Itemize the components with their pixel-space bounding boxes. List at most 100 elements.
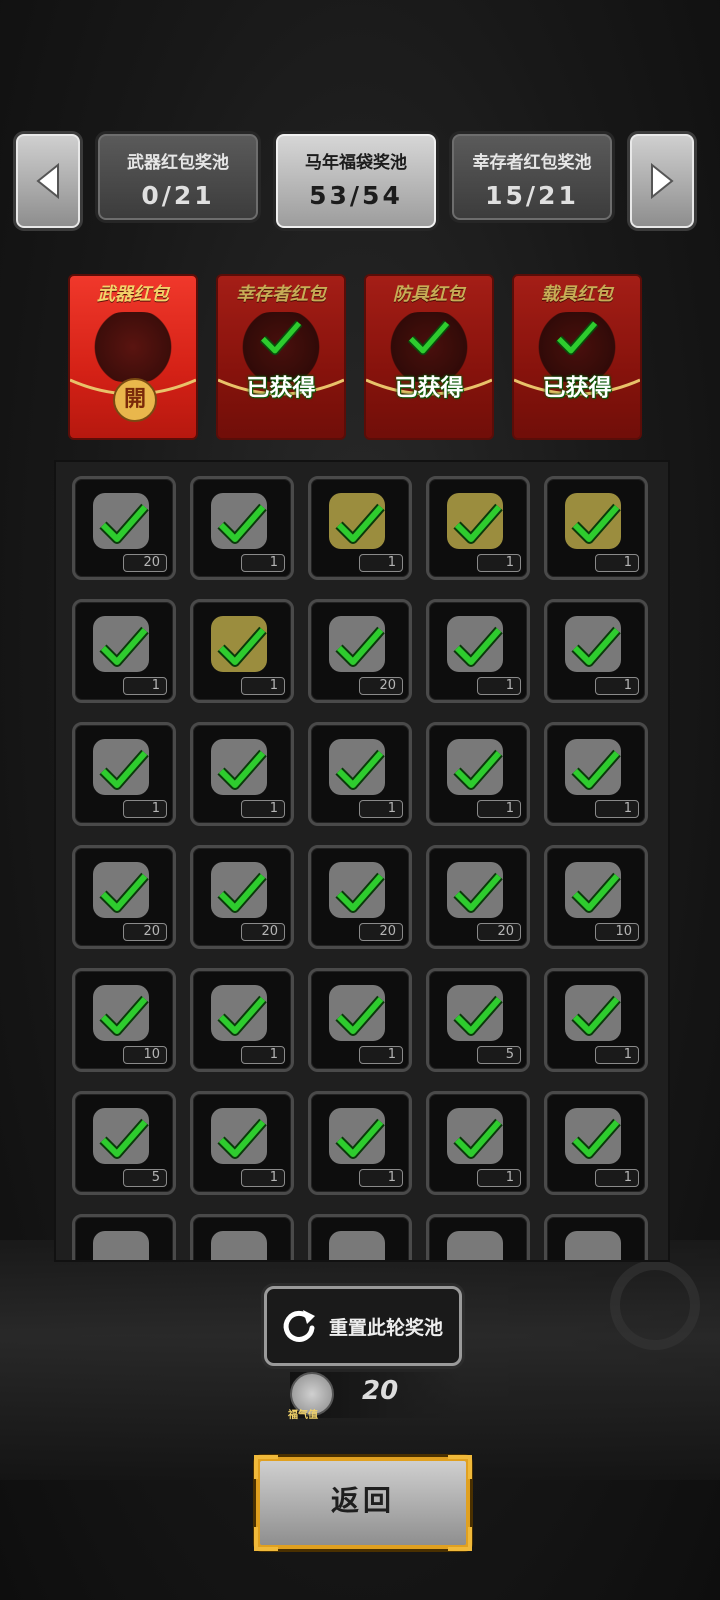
chevron-right-icon: [651, 162, 674, 200]
check-icon: [99, 626, 149, 667]
prize-item[interactable]: [72, 1214, 176, 1260]
item-quantity: 1: [241, 1046, 285, 1064]
prize-item[interactable]: 1: [426, 476, 530, 580]
prize-item[interactable]: 5: [72, 1091, 176, 1195]
prize-item[interactable]: [190, 1214, 294, 1260]
tab-weapon-pool[interactable]: 武器红包奖池 0/21: [98, 134, 258, 220]
prize-item[interactable]: 1: [544, 722, 648, 826]
prize-item[interactable]: 1: [72, 722, 176, 826]
item-quantity: 1: [241, 554, 285, 572]
envelope-title: 武器红包: [97, 284, 169, 305]
prize-item[interactable]: 20: [190, 845, 294, 949]
tab-count: 15/21: [485, 181, 579, 210]
prize-item[interactable]: 1: [308, 1091, 412, 1195]
prize-item[interactable]: 1: [190, 476, 294, 580]
check-icon: [99, 503, 149, 544]
item-icon: [565, 1231, 621, 1260]
item-quantity: 1: [123, 800, 167, 818]
item-quantity: 1: [123, 677, 167, 695]
envelope-vehicle[interactable]: 载具红包 已获得: [512, 274, 642, 440]
reset-pool-button[interactable]: 重置此轮奖池: [264, 1286, 462, 1366]
chevron-left-icon: [36, 162, 59, 200]
item-quantity: 1: [477, 677, 521, 695]
check-icon: [217, 503, 267, 544]
tab-count: 53/54: [309, 181, 403, 210]
item-quantity: 20: [477, 923, 521, 941]
check-icon: [99, 872, 149, 913]
check-icon: [335, 995, 385, 1036]
check-icon: [335, 503, 385, 544]
prev-pool-button[interactable]: [16, 134, 80, 228]
check-icon: [335, 1118, 385, 1159]
item-quantity: 10: [123, 1046, 167, 1064]
envelope-weapon[interactable]: 武器红包 開: [68, 274, 198, 440]
prize-item[interactable]: 10: [72, 968, 176, 1072]
check-icon: [335, 749, 385, 790]
check-icon: [407, 320, 451, 356]
item-quantity: 1: [241, 677, 285, 695]
item-quantity: 1: [595, 1046, 639, 1064]
prize-grid[interactable]: 20 1 1 1 1 1 1 20 1 1 1 1 1 1 1 20 20 20 20 10 10 1 1 5 1 5 1 1 1 1: [54, 460, 670, 1262]
prize-item[interactable]: [544, 1214, 648, 1260]
check-icon: [571, 1118, 621, 1159]
check-icon: [335, 872, 385, 913]
prize-item[interactable]: 1: [190, 599, 294, 703]
envelope-armor[interactable]: 防具红包 已获得: [364, 274, 494, 440]
tab-name: 武器红包奖池: [127, 153, 229, 173]
prize-item[interactable]: 20: [72, 476, 176, 580]
tab-survivor-pool[interactable]: 幸存者红包奖池 15/21: [452, 134, 612, 220]
check-icon: [571, 872, 621, 913]
prize-item[interactable]: 1: [308, 968, 412, 1072]
check-icon: [453, 1118, 503, 1159]
obtained-label: 已获得: [394, 375, 464, 401]
prize-item[interactable]: 1: [544, 476, 648, 580]
check-icon: [571, 995, 621, 1036]
item-quantity: 1: [595, 554, 639, 572]
prize-item[interactable]: 1: [190, 1091, 294, 1195]
open-seal: 開: [113, 378, 157, 422]
prize-item[interactable]: 1: [426, 599, 530, 703]
prize-item[interactable]: 10: [544, 845, 648, 949]
item-quantity: 1: [477, 554, 521, 572]
prize-item[interactable]: 1: [190, 722, 294, 826]
back-label: 返回: [330, 1484, 395, 1517]
prize-item[interactable]: [308, 1214, 412, 1260]
prize-item[interactable]: 1: [308, 476, 412, 580]
prize-item[interactable]: 1: [544, 599, 648, 703]
check-icon: [217, 995, 267, 1036]
prize-item[interactable]: 20: [308, 845, 412, 949]
check-icon: [217, 872, 267, 913]
prize-item[interactable]: 20: [308, 599, 412, 703]
check-icon: [453, 995, 503, 1036]
check-icon: [99, 995, 149, 1036]
item-quantity: 20: [241, 923, 285, 941]
prize-item[interactable]: 1: [544, 968, 648, 1072]
luck-counter: 福气值 20: [288, 1372, 460, 1421]
item-quantity: 1: [359, 1046, 403, 1064]
prize-item[interactable]: [426, 1214, 530, 1260]
check-icon: [99, 749, 149, 790]
prize-item[interactable]: 20: [72, 845, 176, 949]
prize-item[interactable]: 1: [190, 968, 294, 1072]
prize-item[interactable]: 1: [426, 722, 530, 826]
item-icon: [329, 1231, 385, 1260]
tab-horse-year-pool[interactable]: 马年福袋奖池 53/54: [276, 134, 436, 228]
item-quantity: 20: [123, 554, 167, 572]
check-icon: [571, 503, 621, 544]
envelope-survivor[interactable]: 幸存者红包 已获得: [216, 274, 346, 440]
obtained-label: 已获得: [246, 375, 316, 401]
item-quantity: 1: [359, 1169, 403, 1187]
prize-item[interactable]: 1: [544, 1091, 648, 1195]
check-icon: [217, 626, 267, 667]
check-icon: [99, 1118, 149, 1159]
luck-icon-label: 福气值: [288, 1410, 318, 1421]
prize-item[interactable]: 20: [426, 845, 530, 949]
next-pool-button[interactable]: [630, 134, 694, 228]
obtained-label: 已获得: [542, 375, 612, 401]
prize-item[interactable]: 1: [426, 1091, 530, 1195]
check-icon: [217, 1118, 267, 1159]
back-button[interactable]: 返回: [254, 1455, 472, 1551]
prize-item[interactable]: 5: [426, 968, 530, 1072]
prize-item[interactable]: 1: [72, 599, 176, 703]
prize-item[interactable]: 1: [308, 722, 412, 826]
